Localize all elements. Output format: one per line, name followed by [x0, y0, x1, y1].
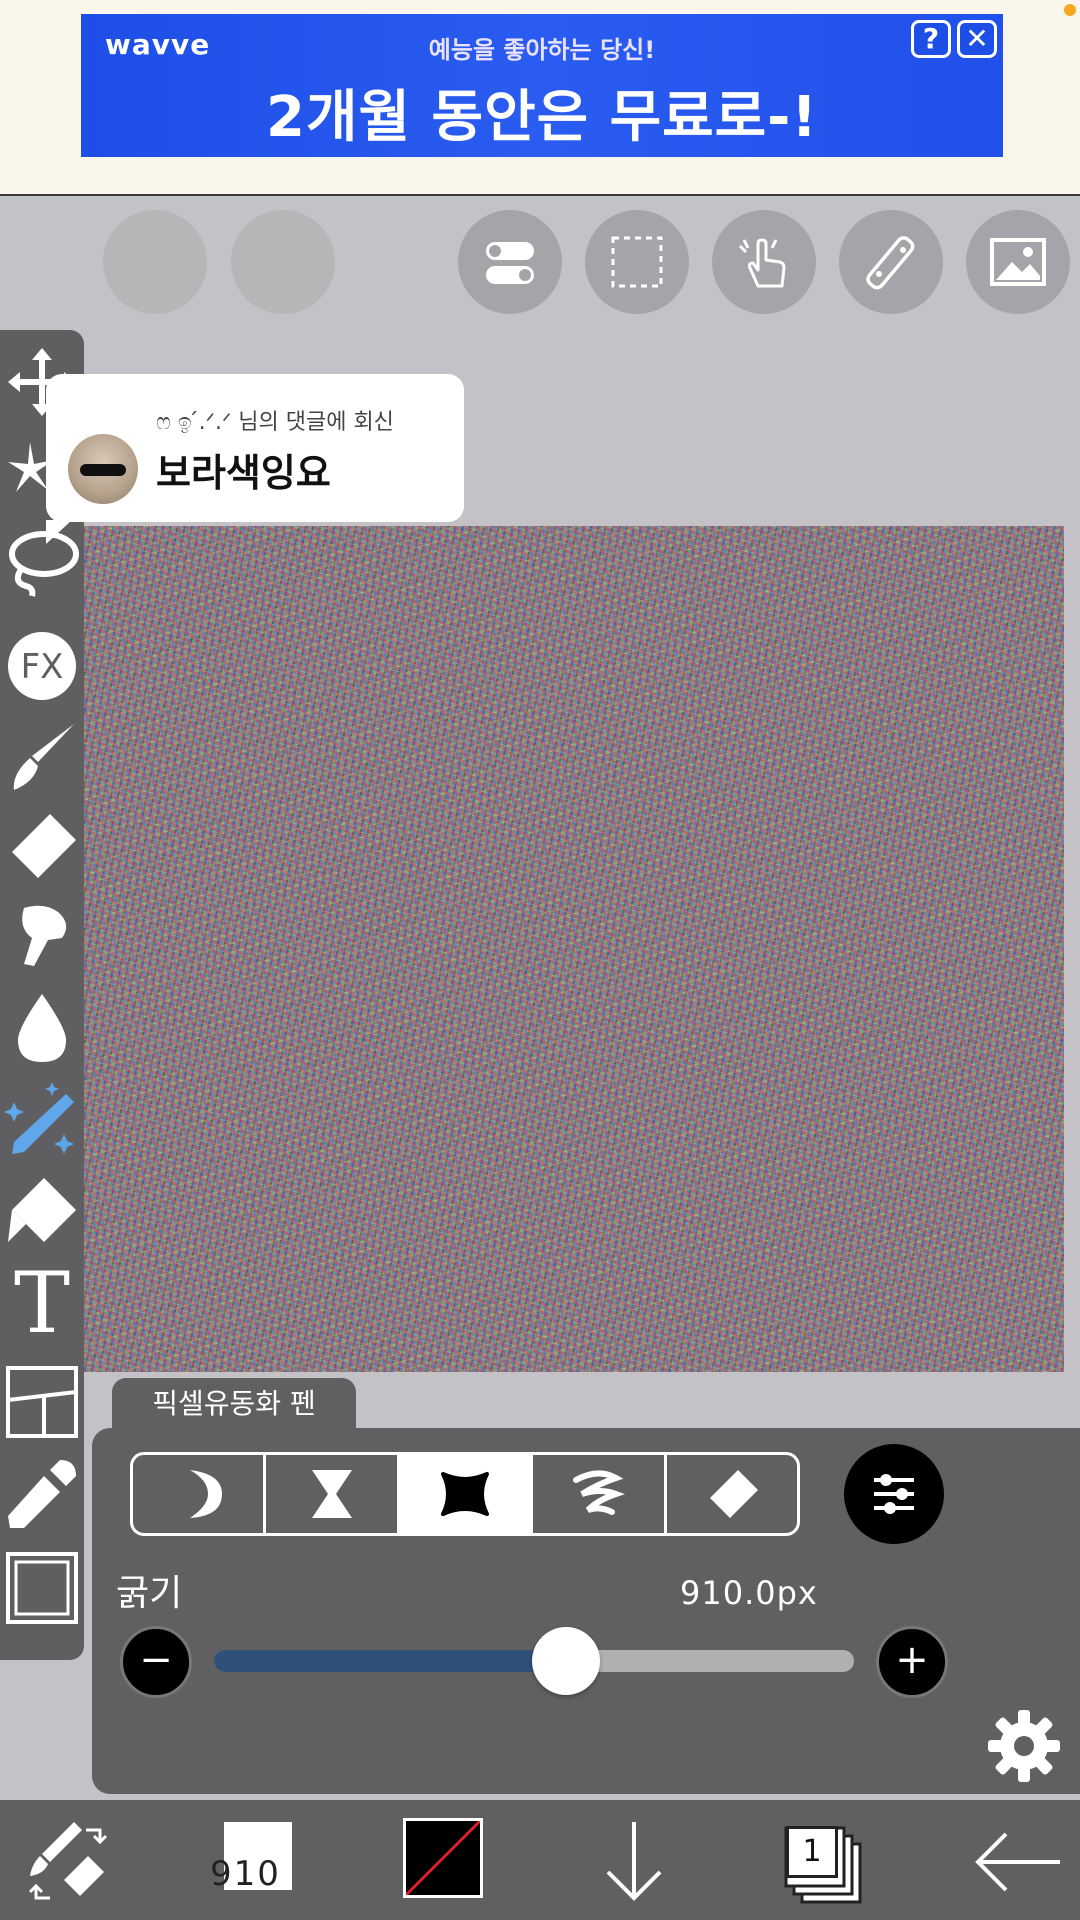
ruler-icon: [866, 236, 915, 290]
fill-tool[interactable]: [4, 1172, 80, 1248]
eraser-tool[interactable]: [4, 808, 80, 884]
ad-banner[interactable]: wavve 예능을 좋아하는 당신! 2개월 동안은 무료로-! ? ✕: [81, 14, 1003, 157]
thickness-minus-button[interactable]: −: [120, 1626, 192, 1698]
swap-tools-icon: [28, 1822, 108, 1900]
reply-label: ෆ ඉ ́.ᐟ.ᐟ 님의 댓글에 회신: [156, 410, 394, 435]
ad-area: wavve 예능을 좋아하는 당신! 2개월 동안은 무료로-! ? ✕: [0, 0, 1080, 196]
bottom-toolbar: 910 1: [0, 1800, 1080, 1920]
ad-subtitle: 예능을 좋아하는 당신!: [428, 36, 656, 64]
smudge-icon: [22, 905, 67, 966]
eyedropper-icon: [8, 1460, 76, 1528]
mode-pinch[interactable]: [399, 1455, 534, 1533]
gesture-button[interactable]: [712, 210, 816, 314]
sliders-icon: [874, 1474, 914, 1514]
eraser-icon: [12, 814, 76, 878]
back-button[interactable]: [970, 1814, 1066, 1910]
down-arrow-icon: [606, 1822, 662, 1901]
toggle-button[interactable]: [458, 210, 562, 314]
toggle-icon: [486, 242, 534, 284]
avatar: [68, 434, 138, 504]
brush-panel: 굵기 910.0px − +: [92, 1428, 1080, 1794]
back-arrow-icon: [975, 1832, 1060, 1892]
image-button[interactable]: [966, 210, 1070, 314]
thickness-label: 굵기: [116, 1573, 183, 1614]
gesture-icon: [738, 238, 786, 288]
frame-icon: [6, 1366, 78, 1438]
brush-settings-button[interactable]: [844, 1444, 944, 1544]
svg-text:T: T: [14, 1262, 70, 1338]
smudge-tool[interactable]: [4, 898, 80, 974]
comment-bubble: ෆ ඉ ́.ᐟ.ᐟ 님의 댓글에 회신 보라색잉요: [46, 374, 464, 544]
color-icon: [406, 1821, 480, 1895]
sparkle-pen-icon: [4, 1082, 74, 1154]
swap-tools-button[interactable]: [20, 1814, 116, 1910]
selection-button[interactable]: [585, 210, 689, 314]
canvas-tool[interactable]: [4, 1550, 80, 1626]
svg-text:FX: FX: [21, 647, 64, 687]
color-swatch[interactable]: [403, 1818, 483, 1898]
selection-icon: [611, 236, 663, 288]
blur-tool[interactable]: [4, 990, 80, 1066]
brush-name-tab: 픽셀유동화 펜: [112, 1378, 356, 1430]
fill-icon: [8, 1178, 76, 1242]
thickness-plus-button[interactable]: +: [876, 1626, 948, 1698]
blur-drop-icon: [18, 994, 66, 1062]
eyedropper-tool[interactable]: [4, 1456, 80, 1532]
comment-text: 보라색잉요: [156, 451, 331, 495]
crescent-icon: [190, 1470, 223, 1518]
image-icon: [990, 238, 1046, 286]
pinch-icon: [441, 1472, 490, 1516]
fx-tool[interactable]: FX: [4, 628, 80, 704]
redo-button[interactable]: [231, 210, 335, 314]
mode-crescent[interactable]: [133, 1455, 267, 1533]
hourglass-icon: [311, 1470, 352, 1518]
sunglasses-icon: [80, 464, 126, 476]
ad-help-icon[interactable]: ?: [911, 20, 951, 58]
thickness-slider[interactable]: [214, 1627, 854, 1695]
slider-knob[interactable]: [532, 1627, 600, 1695]
text-icon: T: [14, 1254, 70, 1352]
brush-size-value: 910: [210, 1854, 281, 1894]
eraser-icon: [709, 1470, 758, 1518]
move-layer-down-button[interactable]: [586, 1814, 682, 1910]
mode-eraser[interactable]: [667, 1455, 797, 1533]
mode-hourglass[interactable]: [266, 1455, 400, 1533]
ruler-button[interactable]: [839, 210, 943, 314]
text-tool[interactable]: T: [4, 1254, 80, 1352]
undo-button[interactable]: [103, 210, 207, 314]
brush-icon: [13, 724, 74, 790]
slider-fill: [214, 1650, 566, 1672]
frame-divider-tool[interactable]: [4, 1364, 80, 1440]
mode-swirl[interactable]: [533, 1455, 667, 1533]
fx-icon: FX: [8, 632, 76, 700]
layer-count: 1: [786, 1826, 838, 1878]
redo-icon: [253, 232, 313, 292]
ad-close-icon[interactable]: ✕: [957, 20, 997, 58]
sparkle-pen-tool[interactable]: [4, 1082, 80, 1158]
canvas-icon: [6, 1552, 78, 1624]
drawing-canvas[interactable]: [84, 526, 1064, 1372]
notification-dot: [1064, 4, 1076, 16]
swirl-icon: [573, 1470, 626, 1515]
brush-mode-selector: [130, 1452, 800, 1536]
thickness-value: 910.0px: [680, 1574, 818, 1612]
brush-tool[interactable]: [4, 718, 80, 794]
gear-icon[interactable]: [986, 1708, 1062, 1784]
undo-icon: [125, 232, 185, 292]
ad-headline: 2개월 동안은 무료로-!: [266, 85, 818, 150]
